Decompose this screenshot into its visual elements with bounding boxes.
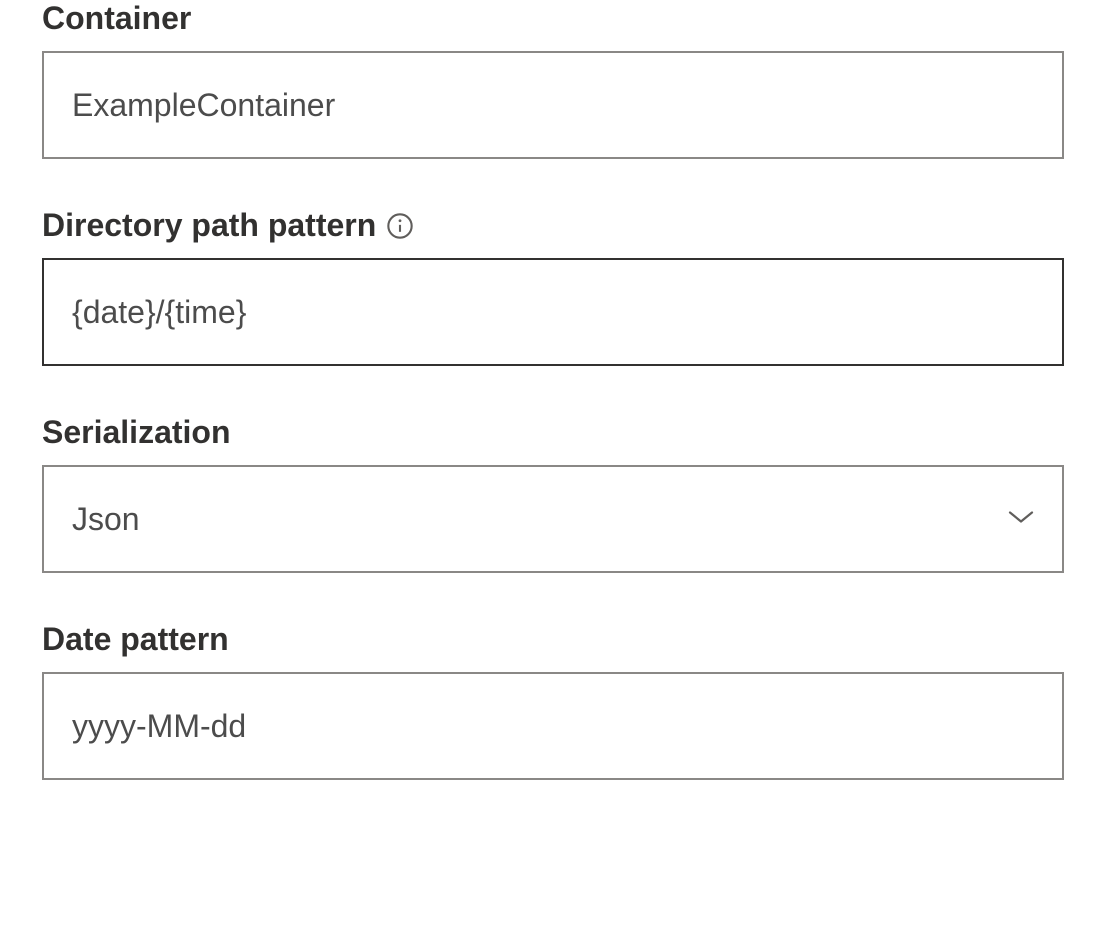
serialization-group: Serialization Json xyxy=(42,414,1064,573)
serialization-label-row: Serialization xyxy=(42,414,1064,451)
container-label-row: Container xyxy=(42,0,1064,37)
directory-path-pattern-label: Directory path pattern xyxy=(42,207,376,244)
directory-path-pattern-label-row: Directory path pattern xyxy=(42,207,1064,244)
container-input[interactable] xyxy=(42,51,1064,159)
container-label: Container xyxy=(42,0,191,37)
date-pattern-label: Date pattern xyxy=(42,621,229,658)
directory-path-pattern-group: Directory path pattern xyxy=(42,207,1064,366)
date-pattern-group: Date pattern xyxy=(42,621,1064,780)
container-group: Container xyxy=(42,0,1064,159)
directory-path-pattern-input[interactable] xyxy=(42,258,1064,366)
serialization-value: Json xyxy=(72,501,140,538)
serialization-label: Serialization xyxy=(42,414,231,451)
serialization-select-wrapper: Json xyxy=(42,465,1064,573)
date-pattern-input[interactable] xyxy=(42,672,1064,780)
serialization-select[interactable]: Json xyxy=(42,465,1064,573)
date-pattern-label-row: Date pattern xyxy=(42,621,1064,658)
info-icon[interactable] xyxy=(386,212,414,240)
